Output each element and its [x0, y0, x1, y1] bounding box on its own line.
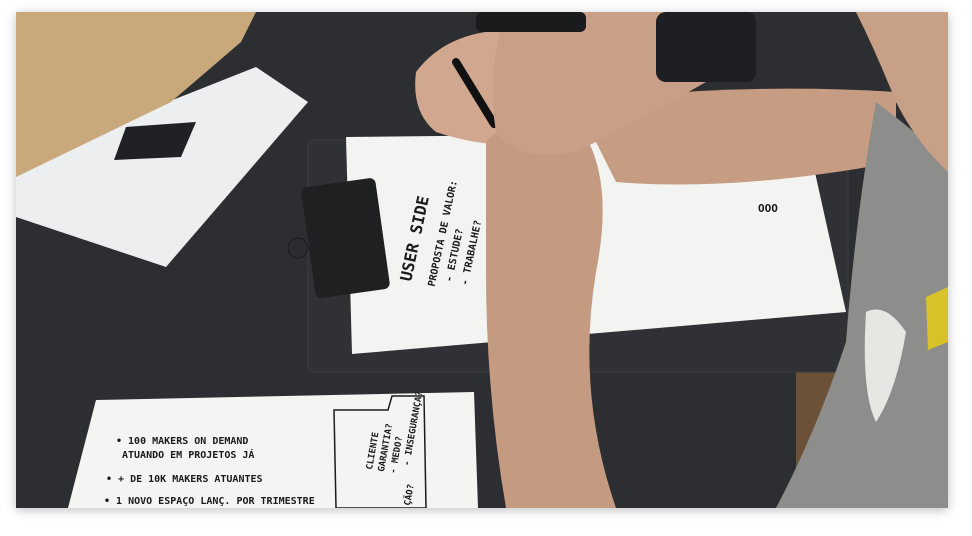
clip-rivet — [287, 237, 309, 259]
dark-object — [476, 12, 586, 32]
photo-scene: USER SIDE PROPOSTA DE VALOR: - ESTUDE? -… — [16, 12, 948, 508]
bottom-line-3: • + DE 10K MAKERS ATUANTES — [106, 474, 263, 485]
photo-frame: USER SIDE PROPOSTA DE VALOR: - ESTUDE? -… — [16, 12, 948, 508]
shirt-logo-yellow — [926, 287, 948, 350]
dark-object-right — [656, 12, 756, 82]
bottom-line-4: • 1 NOVO ESPAÇO LANÇ. POR TRIMESTRE — [104, 496, 315, 507]
sheet-corner-mark: OOO — [758, 202, 778, 215]
bottom-line-2: ATUANDO EM PROJETOS JÁ — [122, 448, 254, 461]
bottom-line-1: • 100 MAKERS ON DEMAND — [116, 436, 248, 447]
clipboard-clip — [301, 178, 390, 298]
